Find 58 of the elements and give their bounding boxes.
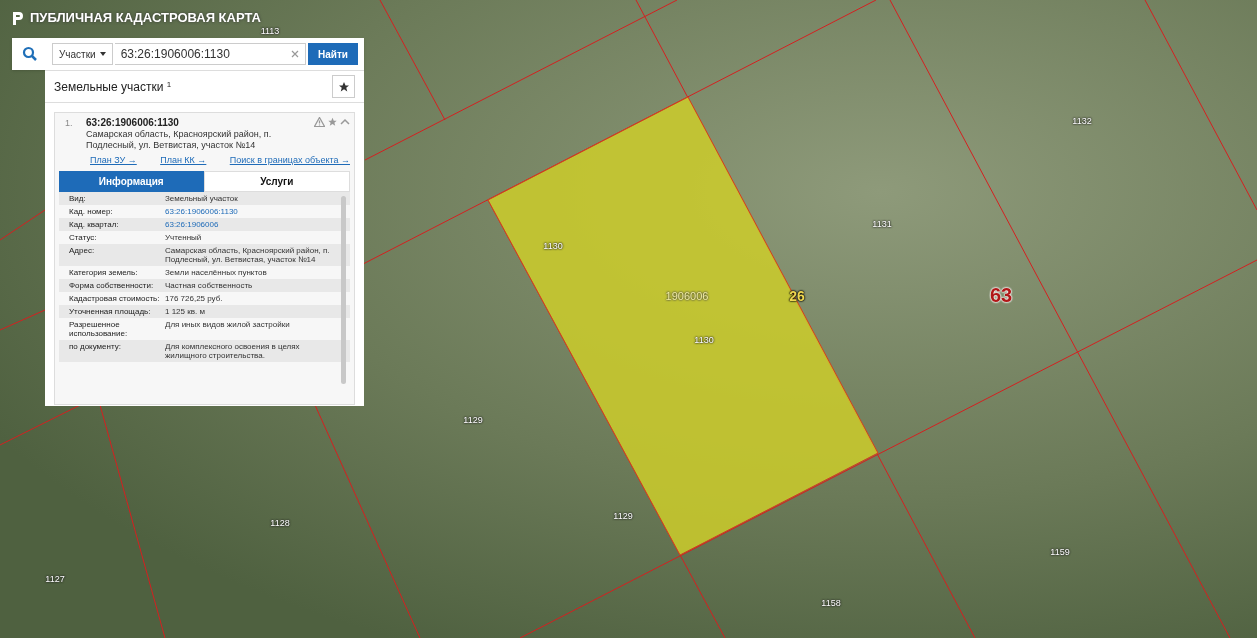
clear-icon[interactable] — [291, 50, 299, 58]
field-value: Для иных видов жилой застройки — [165, 319, 291, 331]
field-label: Категория земель: — [69, 267, 139, 277]
star-icon[interactable] — [327, 117, 338, 127]
parcel-address: Самарская область, Красноярский район, п. Подлесный, ул. Ветвистая, участок №14 — [86, 129, 273, 151]
map-label: 1127 — [45, 574, 65, 584]
map-label: 1129 — [463, 415, 483, 425]
results-title: Земельные участки $^{1}$ — [54, 78, 172, 96]
map-label: 1130 — [543, 241, 563, 251]
map-label: 1906006 — [665, 290, 709, 302]
caret-icon — [99, 52, 106, 56]
map-label: 1159 — [1050, 547, 1070, 557]
field-label: Кад. квартал: — [69, 219, 120, 229]
field-label: Разрешенное использование: — [69, 319, 129, 338]
map-label: 1131 — [872, 219, 892, 229]
map-label: 1158 — [821, 598, 841, 608]
find-button[interactable]: Найти — [308, 43, 358, 65]
field-label: по документу: — [69, 341, 122, 353]
field-label: Статус: — [69, 232, 98, 242]
info-tab[interactable]: Информация — [59, 170, 204, 192]
map-label: 1129 — [613, 511, 633, 521]
field-value: Земли населённых пунктов — [165, 267, 268, 277]
warning-icon[interactable] — [314, 117, 325, 127]
map-label: 1113 — [260, 26, 280, 36]
map-label: 1128 — [270, 518, 290, 528]
parcel-link[interactable]: План КК → — [160, 154, 207, 168]
field-value: Частная собственность — [165, 280, 254, 290]
search-icon[interactable] — [22, 46, 38, 62]
field-label: Вид: — [69, 193, 87, 203]
map-label: 1130 — [694, 335, 714, 345]
chevron-up-icon[interactable] — [340, 117, 350, 127]
info-tab[interactable]: Услуги — [203, 170, 350, 192]
field-label: Кад. номер: — [69, 206, 114, 216]
result-index: 1. — [64, 117, 74, 130]
category-dropdown[interactable]: Участки — [52, 43, 113, 65]
field-label: Кадастровая стоимость: — [69, 293, 161, 303]
field-value: Учтенный — [165, 232, 203, 242]
field-label: Форма собственности: — [69, 280, 155, 290]
app-title: ПУБЛИЧНАЯ КАДАСТРОВАЯ КАРТА — [30, 9, 261, 27]
parcel-link[interactable]: Поиск в границах объекта → — [229, 154, 350, 168]
field-label: Адрес: — [69, 245, 96, 257]
map-label: 63 — [989, 285, 1013, 305]
field-value: Земельный участок — [165, 193, 239, 203]
logo-icon — [12, 9, 24, 26]
field-value: Самарская область, Красноярский район, п. Подлесный, ул. Ветвистая, участок №14 — [165, 245, 331, 264]
favorites-button[interactable] — [332, 75, 355, 98]
star-icon — [337, 80, 350, 93]
field-value: Для комплексного освоения в целях жилищного строительства. — [165, 341, 301, 360]
cadastral-number: 63:26:1906006:1130 — [86, 117, 180, 129]
field-value: 1 125 кв. м — [165, 306, 206, 316]
field-value[interactable]: 63:26:1906006 — [165, 219, 336, 229]
search-field[interactable]: 63:26:1906006:1130 — [114, 43, 306, 65]
scrollbar[interactable] — [341, 195, 346, 384]
map-label: 1132 — [1072, 116, 1092, 126]
field-label: Уточненная площадь: — [69, 306, 152, 316]
field-value: 176 726,25 руб. — [165, 293, 224, 303]
parcel-link[interactable]: План ЗУ → — [90, 154, 137, 168]
field-value[interactable]: 63:26:1906006:1130 — [165, 206, 336, 216]
